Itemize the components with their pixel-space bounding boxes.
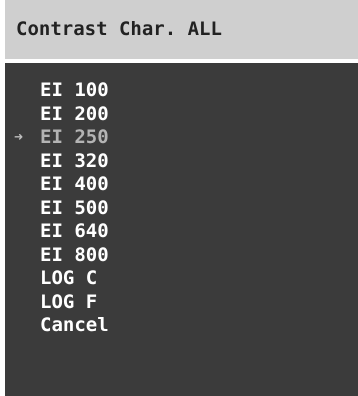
menu-item-cancel[interactable]: ➜ Cancel: [5, 314, 358, 338]
menu-item-ei-100[interactable]: ➜ EI 100: [5, 79, 358, 103]
menu-item-log-f[interactable]: ➜ LOG F: [5, 291, 358, 315]
menu-divider: [5, 59, 358, 63]
menu-item-ei-640[interactable]: ➜ EI 640: [5, 220, 358, 244]
menu-item-label: EI 400: [40, 173, 109, 195]
menu-header: Contrast Char. ALL: [5, 0, 358, 59]
menu-item-label: EI 640: [40, 220, 109, 242]
menu-item-ei-400[interactable]: ➜ EI 400: [5, 173, 358, 197]
menu-item-ei-500[interactable]: ➜ EI 500: [5, 197, 358, 221]
right-arrow-icon: ➜: [14, 128, 24, 146]
menu-item-label: LOG C: [40, 267, 98, 289]
contrast-menu: Contrast Char. ALL ➜ EI 100 ➜ EI 200 ➜ E…: [5, 0, 358, 396]
menu-item-label: EI 800: [40, 243, 109, 266]
menu-list: ➜ EI 100 ➜ EI 200 ➜ EI 250 ➜ EI 320 ➜ EI…: [5, 79, 358, 338]
menu-item-label: EI 100: [40, 79, 109, 101]
menu-item-ei-320[interactable]: ➜ EI 320: [5, 150, 358, 174]
menu-item-label: Cancel: [40, 314, 109, 336]
menu-item-label: EI 320: [40, 149, 109, 172]
menu-item-ei-250[interactable]: ➜ EI 250: [5, 126, 358, 150]
menu-item-label: EI 500: [40, 196, 109, 219]
menu-item-label: EI 250: [40, 126, 109, 148]
menu-item-label: EI 200: [40, 102, 109, 125]
menu-title: Contrast Char. ALL: [16, 18, 222, 40]
menu-item-log-c[interactable]: ➜ LOG C: [5, 267, 358, 291]
menu-item-label: LOG F: [40, 290, 98, 313]
menu-item-ei-800[interactable]: ➜ EI 800: [5, 244, 358, 268]
menu-item-ei-200[interactable]: ➜ EI 200: [5, 103, 358, 127]
